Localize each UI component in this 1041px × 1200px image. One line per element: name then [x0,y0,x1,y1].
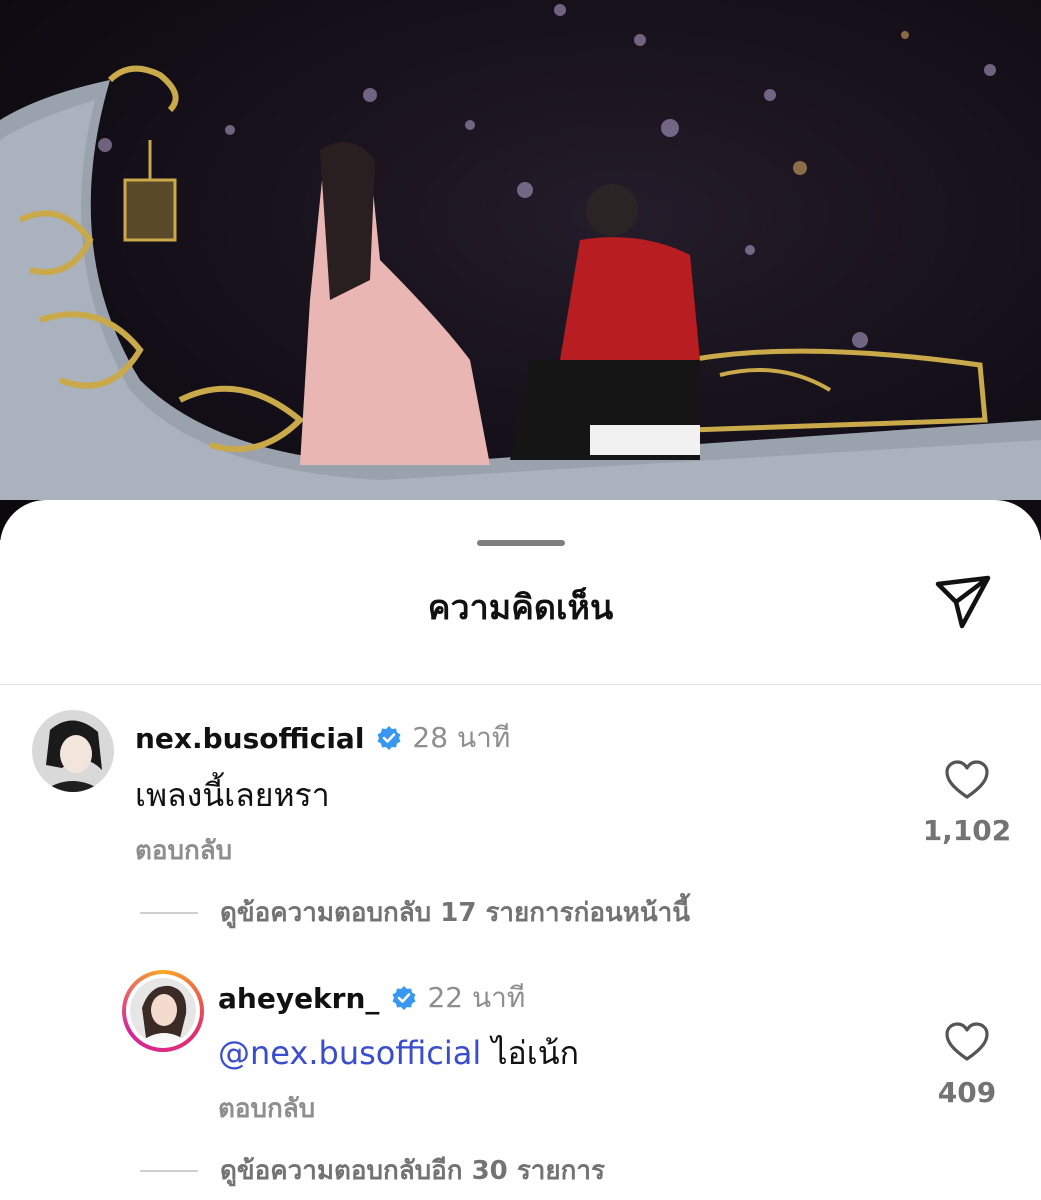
heart-icon[interactable] [945,760,989,800]
sheet-grabber[interactable] [477,540,565,546]
reply-button[interactable]: ตอบกลับ [218,1088,315,1129]
comment-time: 28 นาที [412,721,511,754]
verified-badge-icon [392,986,416,1010]
mention-link[interactable]: @nex.busofficial [218,1034,481,1072]
user-avatar-image [32,710,114,792]
like-control: 1,102 [922,760,1012,847]
username[interactable]: aheyekrn_ [218,982,379,1015]
comment-meta: aheyekrn_ 22 นาที [218,976,525,1020]
view-replies-label: ดูข้อความตอบกลับ 17 รายการก่อนหน้านี้ [220,898,690,928]
send-icon [935,575,991,629]
thread-line [140,1169,198,1172]
concert-stage-image [0,4,1041,500]
view-replies-link[interactable]: ดูข้อความตอบกลับอีก 30 รายการ [140,1150,605,1191]
sheet-title: ความคิดเห็น [427,588,614,628]
view-replies-label: ดูข้อความตอบกลับอีก 30 รายการ [220,1156,605,1186]
avatar[interactable] [32,710,114,792]
comment-body-text: ไอ่เน้ก [491,1034,579,1072]
reply-button[interactable]: ตอบกลับ [135,830,232,871]
comment-text: @nex.busofficial ไอ่เน้ก [218,1028,579,1079]
comment-text: เพลงนี้เลยหรา [135,776,330,814]
thread-line [140,911,198,914]
post-photo [0,0,1041,540]
like-control: 409 [922,1022,1012,1109]
heart-icon[interactable] [945,1022,989,1062]
header-divider [0,684,1041,685]
verified-badge-icon [377,726,401,750]
comments-sheet: ความคิดเห็น nex.busofficial 28 นาที เพลง… [0,500,1041,1200]
like-count: 409 [937,1076,997,1109]
comment-time: 22 นาที [427,981,526,1014]
comment-meta: nex.busofficial 28 นาที [135,716,510,760]
like-count: 1,102 [922,814,1012,847]
user-avatar-image [130,978,196,1044]
username[interactable]: nex.busofficial [135,722,364,755]
share-button[interactable] [930,572,996,632]
avatar[interactable] [122,970,204,1052]
view-replies-link[interactable]: ดูข้อความตอบกลับ 17 รายการก่อนหน้านี้ [140,892,690,933]
